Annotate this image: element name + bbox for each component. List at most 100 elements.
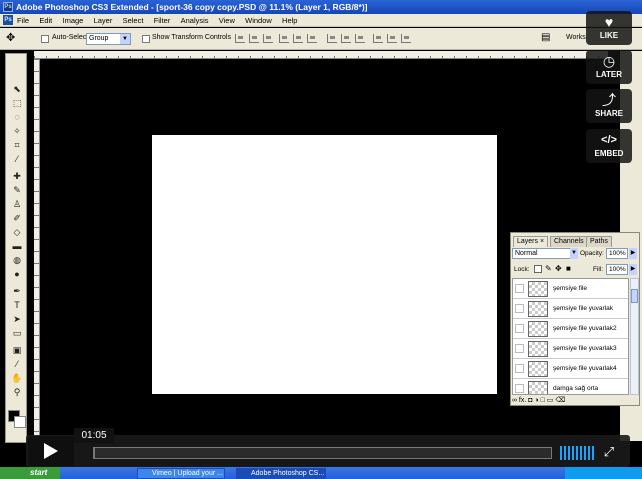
align-vcenter-icon[interactable] <box>249 34 259 43</box>
eyedropper-tool-icon[interactable]: ⁄ <box>11 359 23 370</box>
align-top-icon[interactable] <box>235 34 245 43</box>
marquee-tool-icon[interactable]: ⬚ <box>11 98 23 109</box>
move-tool-icon[interactable]: ⬉ <box>11 84 23 95</box>
start-button[interactable]: start <box>0 467 60 479</box>
document-canvas[interactable] <box>152 135 497 394</box>
align-bottom-icon[interactable] <box>263 34 273 43</box>
workspace-icon[interactable]: ▤ <box>541 32 550 43</box>
window-title-bar: Adobe Photoshop CS3 Extended - [sport-36… <box>0 0 642 14</box>
chevron-right-icon[interactable]: ▶ <box>629 264 637 275</box>
menu-select[interactable]: Select <box>123 16 144 25</box>
menu-file[interactable]: File <box>17 16 29 25</box>
lock-image-icon[interactable]: ✎ <box>545 264 552 273</box>
visibility-toggle[interactable] <box>515 324 524 333</box>
fill-input[interactable]: 100% <box>606 264 628 275</box>
distribute-hcenter-icon[interactable] <box>387 34 397 43</box>
menu-view[interactable]: View <box>219 16 235 25</box>
layer-row[interactable]: şemsiye file <box>513 279 628 299</box>
tab-paths[interactable]: Paths <box>586 236 612 247</box>
distribute-top-icon[interactable] <box>327 34 337 43</box>
layer-row[interactable]: damga sağ orta <box>513 379 628 394</box>
watch-later-button[interactable]: ◷ LATER <box>586 50 632 84</box>
layer-row[interactable]: şemsiye file yuvarlak <box>513 299 628 319</box>
layer-thumbnail <box>528 381 548 394</box>
layer-row[interactable]: şemsiye file yuvarlak2 <box>513 319 628 339</box>
close-icon[interactable]: × <box>540 238 544 245</box>
auto-select-checkbox[interactable] <box>41 35 49 43</box>
embed-button[interactable]: </> EMBED <box>586 129 632 163</box>
like-button[interactable]: ♥ LIKE <box>586 11 632 45</box>
visibility-toggle[interactable] <box>515 304 524 313</box>
eraser-tool-icon[interactable]: ◇ <box>11 227 23 238</box>
tab-channels[interactable]: Channels <box>550 236 588 247</box>
pen-tool-icon[interactable]: ✒ <box>11 286 23 297</box>
crop-tool-icon[interactable]: ⌗ <box>11 140 23 151</box>
menu-filter[interactable]: Filter <box>154 16 171 25</box>
menu-edit[interactable]: Edit <box>39 16 52 25</box>
chevron-down-icon[interactable]: ▼ <box>570 248 578 259</box>
lock-all-icon[interactable]: ■ <box>566 264 571 273</box>
distribute-bottom-icon[interactable] <box>355 34 365 43</box>
workspace-label[interactable]: Works <box>566 34 586 41</box>
lock-transparency-icon[interactable] <box>534 265 542 273</box>
notes-tool-icon[interactable]: ▣ <box>11 345 23 356</box>
type-tool-icon[interactable]: T <box>11 300 23 311</box>
layer-list-scrollbar[interactable] <box>630 278 639 395</box>
scrollbar-thumb[interactable] <box>631 289 638 303</box>
magic-wand-tool-icon[interactable]: ✧ <box>11 126 23 137</box>
embed-label: EMBED <box>594 149 624 158</box>
path-selection-icon[interactable]: ➤ <box>11 314 23 325</box>
window-title: Adobe Photoshop CS3 Extended - [sport-36… <box>16 2 368 12</box>
layer-footer-icons[interactable]: ∞ fx. ◘ ◑ □ ▭ ⌫ <box>512 396 638 406</box>
clone-stamp-icon[interactable]: ♙ <box>11 199 23 210</box>
menu-analysis[interactable]: Analysis <box>181 16 209 25</box>
photoshop-menu-icon[interactable]: Ps <box>3 15 13 25</box>
heart-icon: ♥ <box>604 14 614 30</box>
gradient-tool-icon[interactable]: ▬ <box>11 241 23 252</box>
visibility-toggle[interactable] <box>515 284 524 293</box>
visibility-toggle[interactable] <box>515 364 524 373</box>
history-brush-icon[interactable]: ✐ <box>11 213 23 224</box>
menu-help[interactable]: Help <box>282 16 297 25</box>
blur-tool-icon[interactable]: ◍ <box>11 255 23 266</box>
share-button[interactable]: ⤴ SHARE <box>586 89 632 123</box>
move-tool-icon[interactable]: ✥ <box>6 31 15 44</box>
distribute-left-icon[interactable] <box>373 34 383 43</box>
dodge-tool-icon[interactable]: ● <box>11 269 23 280</box>
like-label: LIKE <box>599 31 619 40</box>
brush-tool-icon[interactable]: ✎ <box>11 185 23 196</box>
layer-row[interactable]: şemsiye file yuvarlak4 <box>513 359 628 379</box>
healing-brush-icon[interactable]: ✚ <box>11 171 23 182</box>
tab-layers[interactable]: Layers × <box>513 236 549 247</box>
taskbar-item-photoshop[interactable]: Adobe Photoshop CS... <box>236 468 326 479</box>
progress-bar[interactable] <box>93 447 552 459</box>
align-left-icon[interactable] <box>279 34 289 43</box>
blend-mode-dropdown[interactable]: Normal <box>512 248 578 259</box>
play-button[interactable] <box>28 436 74 466</box>
taskbar-item-vimeo[interactable]: Vimeo | Upload your ... <box>137 468 225 479</box>
menu-window[interactable]: Window <box>245 16 272 25</box>
zoom-tool-icon[interactable]: ⚲ <box>11 387 23 398</box>
align-right-icon[interactable] <box>307 34 317 43</box>
visibility-toggle[interactable] <box>515 344 524 353</box>
layer-row[interactable]: şemsiye file yuvarlak3 <box>513 339 628 359</box>
distribute-vcenter-icon[interactable] <box>341 34 351 43</box>
shape-tool-icon[interactable]: ▭ <box>11 328 23 339</box>
distribute-right-icon[interactable] <box>401 34 411 43</box>
lasso-tool-icon[interactable]: ◌ <box>11 112 23 123</box>
auto-select-dropdown[interactable]: Group ▼ <box>86 33 131 45</box>
lock-position-icon[interactable]: ✥ <box>555 264 562 273</box>
menu-image[interactable]: Image <box>63 16 84 25</box>
menu-layer[interactable]: Layer <box>94 16 113 25</box>
hand-tool-icon[interactable]: ✋ <box>11 373 23 384</box>
lock-label: Lock: <box>514 266 530 273</box>
background-color-swatch[interactable] <box>14 416 26 428</box>
volume-slider[interactable] <box>560 446 596 460</box>
chevron-right-icon[interactable]: ▶ <box>629 248 637 259</box>
show-transform-checkbox[interactable] <box>142 35 150 43</box>
visibility-toggle[interactable] <box>515 384 524 393</box>
slice-tool-icon[interactable]: ⁄ <box>11 154 23 165</box>
opacity-input[interactable]: 100% <box>606 248 628 259</box>
fullscreen-icon[interactable]: ⤢ <box>602 445 616 459</box>
align-hcenter-icon[interactable] <box>293 34 303 43</box>
